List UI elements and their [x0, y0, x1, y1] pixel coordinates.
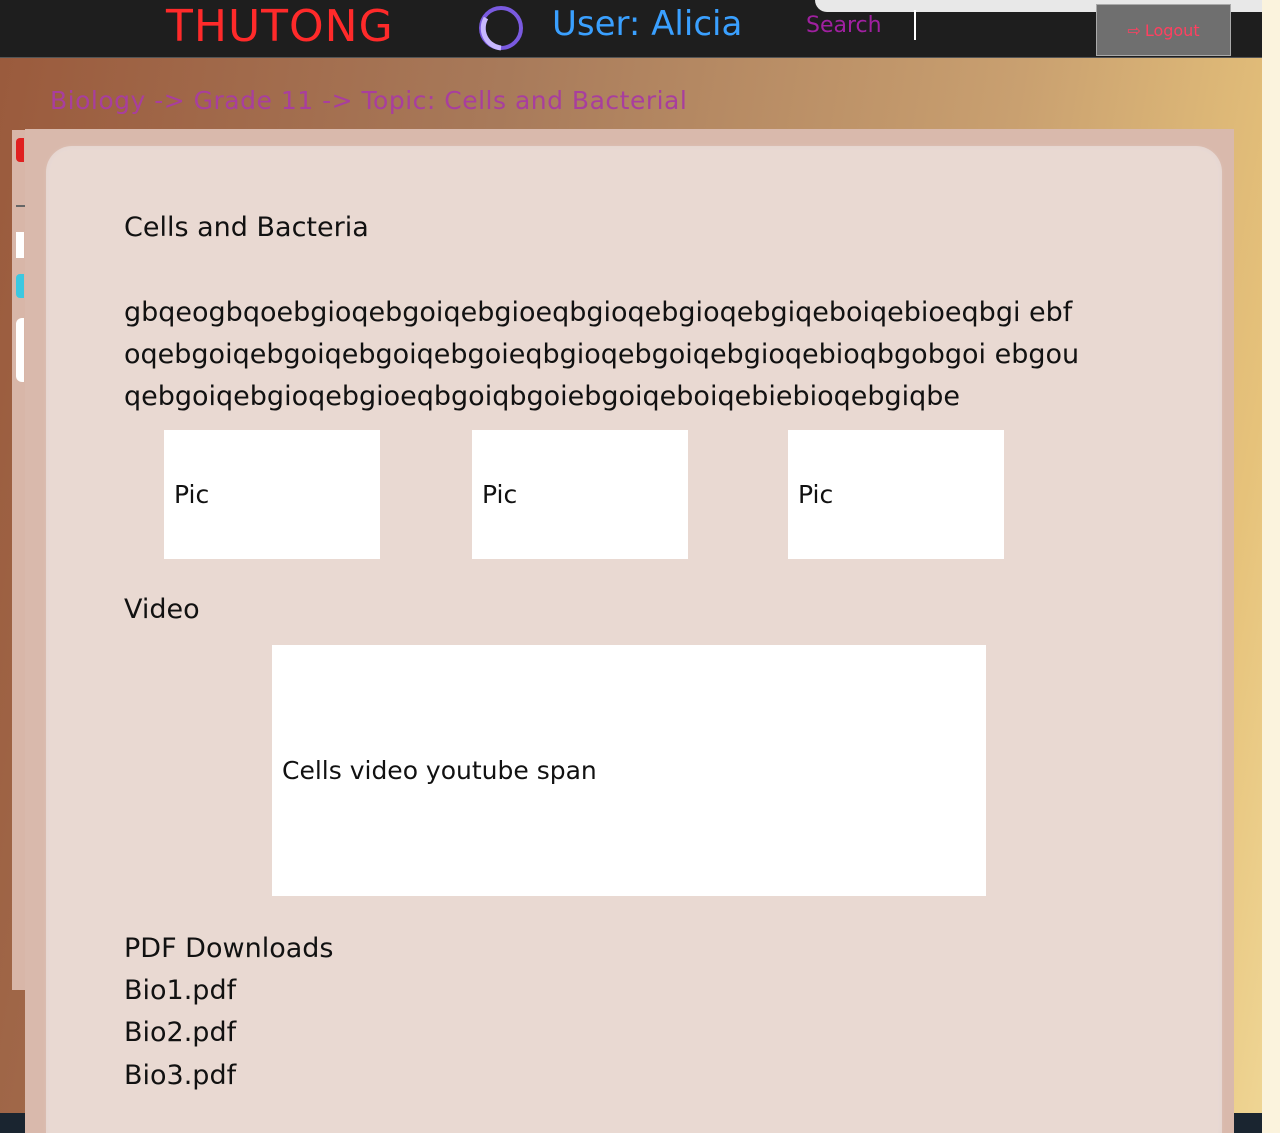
bottom-bar: [0, 1113, 25, 1133]
bottom-bar: [1234, 1113, 1264, 1133]
logout-button[interactable]: ⇨ Logout: [1096, 4, 1231, 56]
topic-title: Cells and Bacteria: [124, 212, 369, 243]
topic-body-text: gbqeogbqoebgioqebgoiqebgioeqbgioqebgioqe…: [124, 297, 1080, 412]
picture-placeholder[interactable]: Pic: [164, 430, 380, 559]
video-player[interactable]: Cells video youtube span: [272, 645, 986, 896]
pdf-link[interactable]: Bio2.pdf: [124, 1017, 236, 1048]
background-mark: [16, 138, 24, 162]
logo-ring-icon: [479, 6, 523, 51]
search-input[interactable]: [806, 10, 916, 40]
breadcrumb[interactable]: Biology -> Grade 11 -> Topic: Cells and …: [50, 86, 687, 115]
pdf-downloads-heading: PDF Downloads: [124, 933, 334, 964]
scrollbar-track[interactable]: [1262, 0, 1280, 1133]
video-heading: Video: [124, 594, 200, 625]
picture-placeholder[interactable]: Pic: [472, 430, 688, 559]
background-mark: [16, 318, 24, 382]
background-card: [12, 130, 26, 990]
pdf-link[interactable]: Bio1.pdf: [124, 975, 236, 1006]
picture-placeholder[interactable]: Pic: [788, 430, 1004, 559]
background-mark: [16, 274, 24, 298]
background-mark: [16, 232, 24, 258]
user-label: User: Alicia: [552, 4, 743, 44]
logout-label: Logout: [1144, 20, 1200, 40]
pdf-link[interactable]: Bio3.pdf: [124, 1060, 236, 1091]
top-navbar: THUTONG User: Alicia ⇨ Logout: [0, 0, 1265, 58]
site-logo[interactable]: THUTONG: [166, 2, 394, 52]
logout-icon: ⇨: [1127, 20, 1141, 40]
